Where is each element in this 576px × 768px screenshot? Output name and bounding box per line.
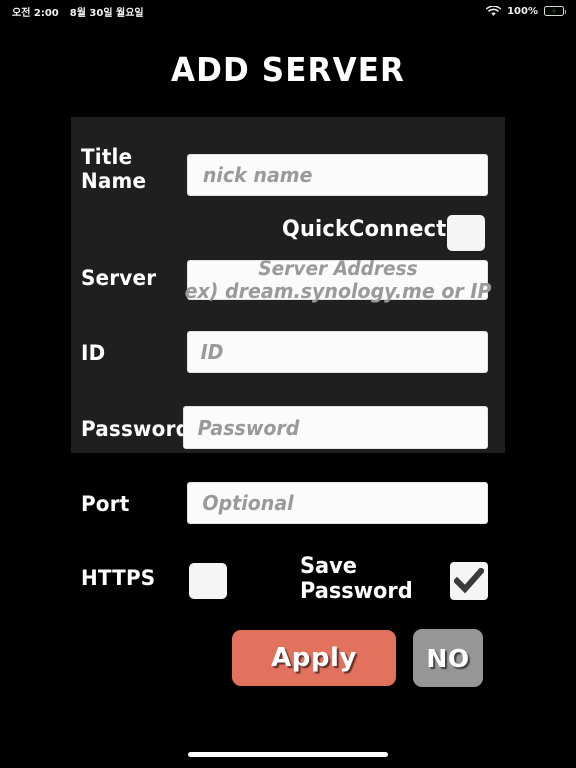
status-bar: 오전 2:00 8월 30일 월요일 100% [0, 0, 576, 22]
quickconnect-label: QuickConnect [282, 217, 447, 242]
battery-charging-icon [544, 6, 566, 16]
title-name-row: Title Name [81, 145, 177, 194]
password-label: Password [81, 417, 191, 441]
no-button[interactable]: NO [413, 629, 483, 687]
title-name-input[interactable]: nick name [187, 154, 488, 196]
id-placeholder: ID [200, 340, 224, 364]
app-root: 오전 2:00 8월 30일 월요일 100% ADD SERVER Title… [0, 0, 576, 768]
title-name-label: Title Name [81, 145, 147, 194]
https-row: HTTPS [81, 566, 159, 590]
password-placeholder: Password [197, 415, 300, 440]
battery-percent-label: 100% [507, 5, 538, 17]
port-label: Port [81, 492, 130, 516]
title-name-placeholder: nick name [202, 163, 313, 187]
https-checkbox[interactable] [189, 563, 227, 599]
server-row: Server [81, 266, 160, 290]
id-row: ID [81, 341, 107, 365]
server-input[interactable]: Server Address ex) dream.synology.me or … [184, 258, 491, 303]
quickconnect-checkbox[interactable] [447, 215, 485, 251]
apply-button[interactable]: Apply [232, 630, 396, 686]
status-bar-date: 8월 30일 월요일 [69, 7, 144, 19]
https-label: HTTPS [81, 566, 156, 590]
server-placeholder-line2: ex) dream.synology.me or IP [184, 278, 491, 303]
id-label: ID [81, 341, 106, 365]
id-input[interactable]: ID [187, 331, 488, 373]
password-input[interactable]: Password [183, 406, 488, 449]
status-bar-left: 오전 2:00 8월 30일 월요일 [12, 4, 144, 19]
port-input[interactable]: Optional [187, 482, 488, 524]
status-bar-right: 100% [486, 2, 566, 21]
password-row: Password [81, 417, 196, 441]
server-placeholder-line1: Server Address [257, 256, 418, 280]
port-placeholder: Optional [202, 491, 294, 515]
save-password-checkbox[interactable] [450, 562, 488, 600]
home-indicator[interactable] [188, 752, 388, 757]
checkmark-icon [454, 568, 484, 594]
quickconnect-row: QuickConnect [282, 217, 455, 243]
wifi-icon [486, 2, 502, 21]
page-title: ADD SERVER [170, 50, 406, 89]
server-placeholder: Server Address ex) dream.synology.me or … [173, 256, 503, 303]
status-bar-time: 오전 2:00 [12, 7, 59, 19]
server-label: Server [81, 266, 157, 290]
port-row: Port [81, 492, 132, 516]
save-password-label: Save Password [300, 554, 413, 605]
